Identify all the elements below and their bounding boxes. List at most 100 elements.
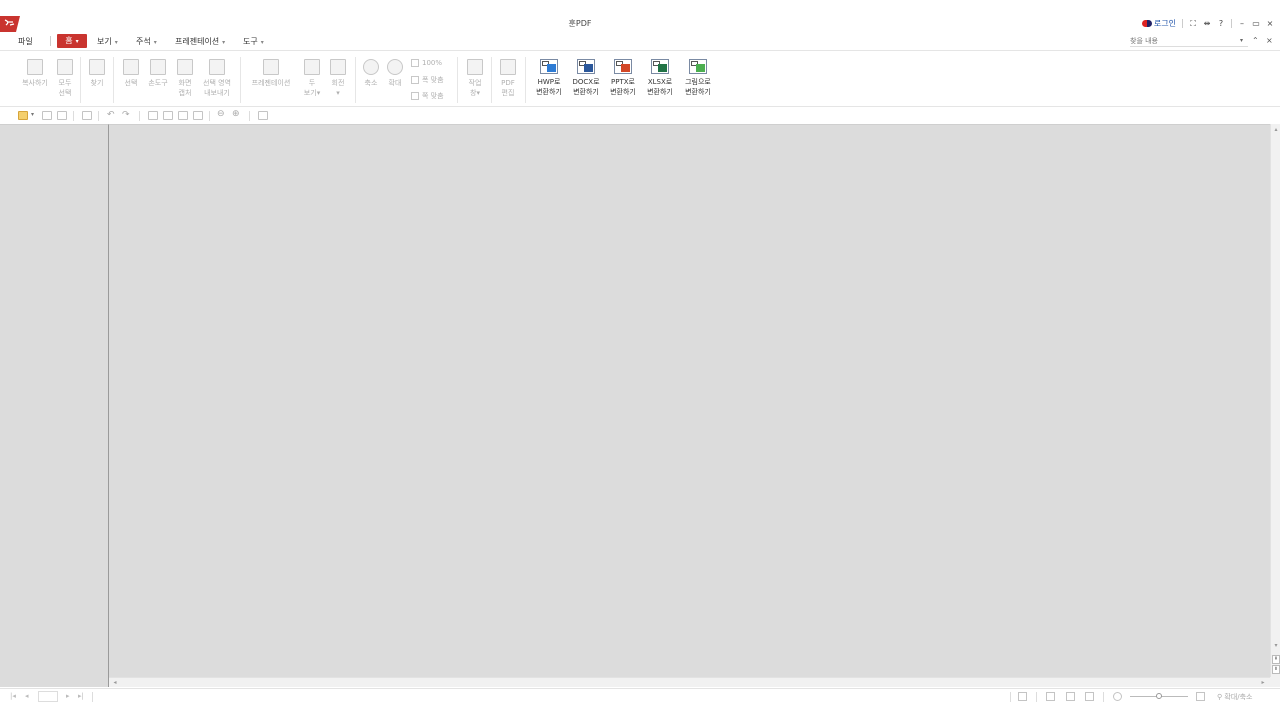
menu-presentation-tab[interactable]: 프레젠테이션 ▾	[175, 36, 225, 47]
rotate-button[interactable]: 회전 ▾	[328, 59, 348, 98]
minimize-button[interactable]: –	[1238, 19, 1246, 28]
single-page-icon[interactable]	[1046, 692, 1055, 701]
menu-file[interactable]: 파일	[18, 36, 33, 47]
next-page-icon[interactable]: ▸	[66, 692, 70, 700]
chevron-down-icon[interactable]: ▾	[31, 111, 34, 118]
find-label: 찾기	[90, 79, 104, 87]
pdf-edit-icon	[500, 59, 516, 75]
zoom-100-button[interactable]: 100%	[411, 59, 442, 67]
page-number-input[interactable]	[38, 691, 58, 702]
hwp-icon	[540, 59, 558, 74]
search-input[interactable]	[1130, 35, 1248, 47]
zoom-out-icon[interactable]: ⊖	[217, 109, 225, 119]
scroll-right-icon[interactable]: ▸	[1259, 679, 1267, 687]
divider	[457, 57, 458, 103]
find-button[interactable]: 찾기	[86, 59, 108, 88]
fit-width-button[interactable]: 폭 맞춤	[411, 75, 444, 85]
undo-icon[interactable]: ↶	[107, 110, 115, 120]
divider	[1231, 19, 1232, 28]
scroll-left-icon[interactable]: ◂	[111, 679, 119, 687]
two-page-view-icon[interactable]	[1085, 692, 1094, 701]
login-button[interactable]: 로그인	[1141, 18, 1176, 29]
save-as-icon[interactable]	[57, 111, 67, 120]
save-icon[interactable]	[42, 111, 52, 120]
help-button[interactable]: ?	[1217, 19, 1225, 28]
scroll-down-icon[interactable]: ▾	[1272, 642, 1280, 650]
hand-tool-icon[interactable]	[163, 111, 173, 120]
copy-icon	[27, 59, 43, 75]
hand-tool-button[interactable]: 손도구	[145, 59, 171, 88]
first-page-icon[interactable]: |◂	[10, 692, 16, 700]
zoom-out-icon[interactable]	[1113, 692, 1122, 701]
restore-button[interactable]: ▭	[1252, 19, 1260, 28]
zoom-in-icon[interactable]: ⊕	[232, 109, 240, 119]
divider	[50, 36, 51, 46]
snapshot-label-2: 캡처	[178, 89, 192, 97]
ribbon-toolbar: 복사하기 모두 선택 찾기 선택 손도구 화면 캡처 선택 영역 내보내기 프레…	[0, 50, 1280, 107]
zoom-out-button[interactable]: 축소	[361, 59, 381, 88]
export-area-icon[interactable]	[193, 111, 203, 120]
binoculars-icon	[89, 59, 105, 75]
export-area-button[interactable]: 선택 영역 내보내기	[199, 59, 235, 98]
page-settings-icon[interactable]	[1018, 692, 1027, 701]
select-tool-icon[interactable]	[148, 111, 158, 120]
convert-xlsx-button[interactable]: XLSX로 변환하기	[643, 59, 677, 97]
snapshot-button[interactable]: 화면 캡처	[174, 59, 196, 98]
menu-presentation-label: 프레젠테이션	[175, 37, 220, 46]
app-logo-icon[interactable]	[0, 16, 20, 32]
print-icon[interactable]	[82, 111, 92, 120]
close-button[interactable]: ×	[1266, 19, 1274, 28]
fullscreen-icon[interactable]: ⛶	[1189, 19, 1197, 29]
menu-view-tab[interactable]: 보기 ▾	[97, 36, 118, 47]
divider	[240, 57, 241, 103]
split-view-icon[interactable]: ⇹	[1203, 19, 1211, 28]
select-tool-button[interactable]: 선택	[120, 59, 142, 88]
pptx-icon	[614, 59, 632, 74]
chevron-down-icon: ▾	[260, 39, 264, 46]
convert-pptx-label-1: PPTX로	[611, 78, 635, 86]
redo-icon[interactable]: ↷	[122, 110, 130, 120]
last-page-icon[interactable]: ▸|	[78, 692, 84, 700]
chevron-down-icon[interactable]: ▾	[1240, 37, 1243, 44]
snapshot-icon[interactable]	[178, 111, 188, 120]
menu-tools-tab[interactable]: 도구 ▾	[243, 36, 264, 47]
menu-home-tab[interactable]: 홈 ▾	[57, 34, 87, 48]
convert-hwp-button[interactable]: HWP로 변환하기	[532, 59, 566, 97]
convert-pptx-button[interactable]: PPTX로 변환하기	[606, 59, 640, 97]
zoom-slider-handle[interactable]	[1156, 693, 1162, 699]
continuous-page-icon[interactable]	[1066, 692, 1075, 701]
zoom-in-button[interactable]: 확대	[385, 59, 405, 88]
account-icon	[1141, 20, 1152, 27]
scroll-up-icon[interactable]: ▴	[1272, 126, 1280, 134]
next-page-icon[interactable]: ⇟	[1272, 665, 1280, 674]
copy-button[interactable]: 복사하기	[18, 59, 52, 88]
presentation-label: 프레젠테이션	[251, 79, 291, 87]
divider	[92, 692, 93, 702]
menu-annotate-tab[interactable]: 주석 ▾	[136, 36, 157, 47]
two-page-icon	[304, 59, 320, 75]
document-view[interactable]	[109, 124, 1270, 677]
zoom-in-icon[interactable]	[1196, 692, 1205, 701]
vertical-scrollbar[interactable]: ▴ ▾ ⇞ ⇟	[1270, 124, 1280, 687]
select-all-button[interactable]: 모두 선택	[54, 59, 76, 98]
hand-icon	[150, 59, 166, 75]
pdf-edit-label-1: PDF	[501, 79, 515, 87]
task-pane-button[interactable]: 작업 창▾	[464, 59, 486, 98]
convert-docx-button[interactable]: DOCX로 변환하기	[568, 59, 604, 97]
close-doc-icon[interactable]: ×	[1266, 36, 1273, 45]
find-icon[interactable]	[258, 111, 268, 120]
previous-page-icon[interactable]: ⇞	[1272, 655, 1280, 664]
two-page-button[interactable]: 두 보기▾	[302, 59, 322, 98]
open-folder-icon[interactable]	[18, 111, 28, 120]
convert-image-button[interactable]: 그림으로 변환하기	[681, 59, 715, 97]
image-icon	[689, 59, 707, 74]
prev-page-icon[interactable]: ◂	[25, 692, 29, 700]
presentation-button[interactable]: 프레젠테이션	[247, 59, 295, 88]
horizontal-scrollbar[interactable]: ◂ ▸	[109, 677, 1270, 687]
collapse-ribbon-icon[interactable]: ⌃	[1252, 36, 1259, 45]
fit-page-button[interactable]: 쪽 맞춤	[411, 91, 444, 101]
pdf-edit-label-2: 편집	[501, 89, 515, 97]
pdf-edit-button[interactable]: PDF 편집	[497, 59, 519, 98]
zoom-menu[interactable]: ⚲ 확대/축소	[1217, 692, 1253, 702]
chevron-down-icon: ▾	[114, 39, 118, 46]
